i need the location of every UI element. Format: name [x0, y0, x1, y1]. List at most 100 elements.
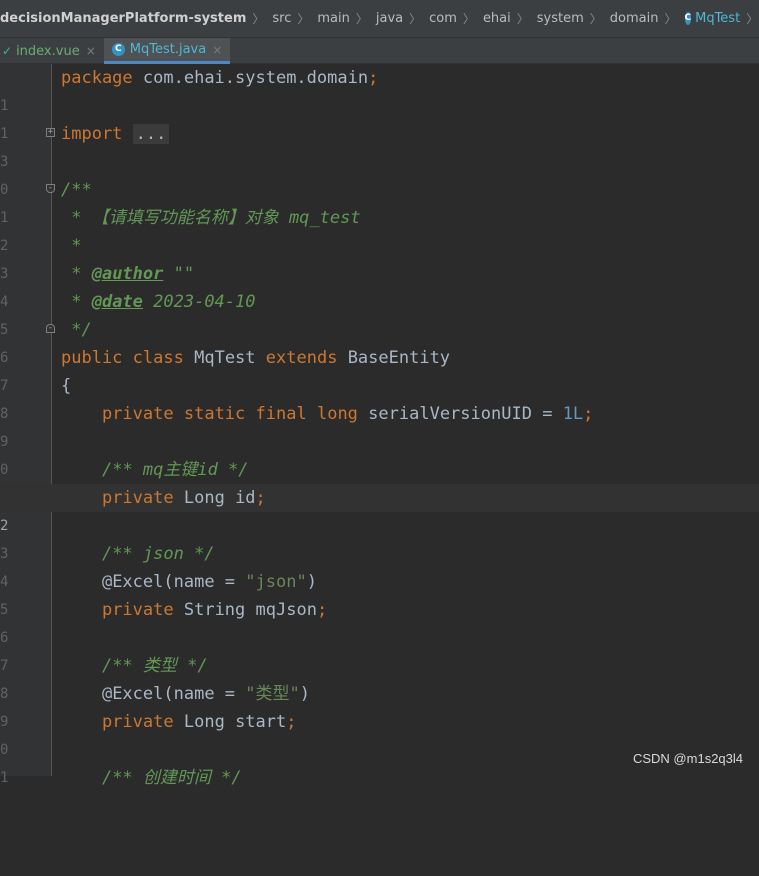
- code-line: 7 public class MqTest extends BaseEntity: [0, 344, 759, 394]
- semicolon: ;: [255, 488, 266, 508]
- keyword: static: [183, 404, 246, 424]
- breadcrumb-main[interactable]: main: [311, 11, 351, 26]
- doc-comment: "": [163, 264, 195, 284]
- breadcrumb: decisionManagerPlatform-system 〉 src 〉 m…: [0, 0, 759, 38]
- breadcrumb-ehai[interactable]: ehai: [477, 11, 513, 26]
- keyword: import: [61, 124, 123, 144]
- tab-mqtest-java[interactable]: C MqTest.java ×: [103, 38, 231, 64]
- breadcrumb-project[interactable]: decisionManagerPlatform-system: [0, 11, 248, 26]
- chevron-right-icon: 〉: [355, 12, 368, 26]
- doc-comment: *: [61, 292, 92, 312]
- code-line: 4 * @author "": [0, 260, 759, 310]
- annotation-args: (name =: [163, 684, 246, 704]
- chevron-right-icon: 〉: [746, 12, 759, 26]
- code-line: 5 * @date 2023-04-10: [0, 288, 759, 338]
- keyword: long: [316, 404, 358, 424]
- tab-label: index.vue: [16, 43, 80, 59]
- chevron-right-icon: 〉: [462, 12, 475, 26]
- type-name: Long: [183, 712, 225, 732]
- keyword: public: [61, 348, 123, 368]
- watermark: CSDN @m1s2q3l4: [632, 751, 743, 766]
- tab-label: MqTest.java: [129, 42, 207, 57]
- code-line: 7: [0, 624, 759, 674]
- keyword: private: [101, 488, 174, 508]
- class-name: BaseEntity: [347, 348, 451, 368]
- number-literal: 1L: [562, 404, 584, 424]
- fold-collapse-icon[interactable]: -: [46, 184, 55, 193]
- code-line: 1 package com.ehai.system.domain;: [0, 64, 759, 114]
- field-name: start: [235, 712, 287, 732]
- chevron-right-icon: 〉: [297, 12, 310, 26]
- fold-expand-icon[interactable]: +: [46, 128, 55, 137]
- class-name: MqTest: [194, 348, 256, 368]
- editor-tab-bar: ✓ index.vue × C MqTest.java ×: [0, 38, 759, 64]
- code-line-current: 2 private Long id;: [0, 484, 759, 540]
- code-line: /** 创建时间 */: [0, 764, 759, 792]
- keyword: final: [255, 404, 307, 424]
- keyword: private: [101, 600, 174, 620]
- javadoc-tag: @author: [91, 264, 164, 284]
- code-line: 4 /** json */: [0, 540, 759, 590]
- semicolon: ;: [286, 712, 297, 732]
- breadcrumb-system[interactable]: system: [531, 11, 586, 26]
- doc-comment: *: [61, 236, 82, 256]
- keyword: private: [101, 712, 174, 732]
- code-line: 9 @Excel(name = "类型"): [0, 680, 759, 730]
- code-line: 6 - */: [0, 316, 759, 366]
- annotation: @Excel: [101, 572, 164, 592]
- code-line: 1 /** mq主键id */: [0, 456, 759, 506]
- breadcrumb-domain[interactable]: domain: [604, 11, 661, 26]
- doc-comment: /** mq主键id */: [101, 460, 249, 480]
- vue-icon: ✓: [2, 44, 13, 58]
- string-literal: "json": [245, 572, 307, 592]
- doc-comment: * 【请填写功能名称】对象 mq_test: [61, 208, 361, 228]
- code-line: 1 - /**: [0, 176, 759, 226]
- brace: {: [61, 376, 72, 396]
- code-line: 3 *: [0, 232, 759, 282]
- doc-comment: /**: [61, 180, 92, 200]
- field-name: mqJson: [255, 600, 317, 620]
- code-line: 9 private static final long serialVersio…: [0, 400, 759, 450]
- keyword: extends: [265, 348, 338, 368]
- string-literal: "类型": [245, 684, 300, 704]
- keyword: class: [132, 348, 184, 368]
- breadcrumb-com[interactable]: com: [423, 11, 459, 26]
- folded-imports[interactable]: ...: [132, 124, 170, 144]
- semicolon: ;: [368, 68, 379, 88]
- field-name: id: [235, 488, 256, 508]
- doc-comment: /** 创建时间 */: [101, 768, 242, 788]
- chevron-right-icon: 〉: [516, 12, 529, 26]
- code-editor[interactable]: 1 package com.ehai.system.domain; 1 3 + …: [0, 64, 759, 788]
- doc-comment: 2023-04-10: [142, 292, 256, 312]
- code-line: 3: [0, 512, 759, 562]
- breadcrumb-src[interactable]: src: [266, 11, 293, 26]
- code-line: 0: [0, 428, 759, 478]
- paren: ): [299, 684, 310, 704]
- tab-index-vue[interactable]: ✓ index.vue ×: [0, 38, 104, 64]
- annotation-args: (name =: [163, 572, 246, 592]
- code-line: 3 + import ...: [0, 120, 759, 170]
- breadcrumb-class[interactable]: MqTest: [695, 11, 742, 26]
- chevron-right-icon: 〉: [664, 12, 677, 26]
- class-icon: C: [684, 12, 692, 25]
- type-name: String: [183, 600, 246, 620]
- doc-comment: */: [61, 320, 92, 340]
- chevron-right-icon: 〉: [252, 12, 265, 26]
- field-name: serialVersionUID: [368, 404, 532, 424]
- close-icon[interactable]: ×: [212, 43, 222, 57]
- breadcrumb-java[interactable]: java: [370, 11, 405, 26]
- class-icon: C: [111, 43, 125, 56]
- semicolon: ;: [316, 600, 328, 620]
- package-name: com.ehai.system.domain: [142, 68, 369, 88]
- type-name: Long: [183, 488, 225, 508]
- doc-comment: /** 类型 */: [101, 656, 208, 676]
- code-line: 0: [0, 148, 759, 198]
- chevron-right-icon: 〉: [589, 12, 602, 26]
- fold-end-icon[interactable]: -: [46, 324, 55, 333]
- operator: =: [542, 404, 553, 424]
- code-line: 0 private Long start;: [0, 708, 759, 758]
- close-icon[interactable]: ×: [86, 44, 96, 58]
- keyword: private: [101, 404, 174, 424]
- keyword: package: [61, 68, 133, 88]
- code-line: 1: [0, 92, 759, 142]
